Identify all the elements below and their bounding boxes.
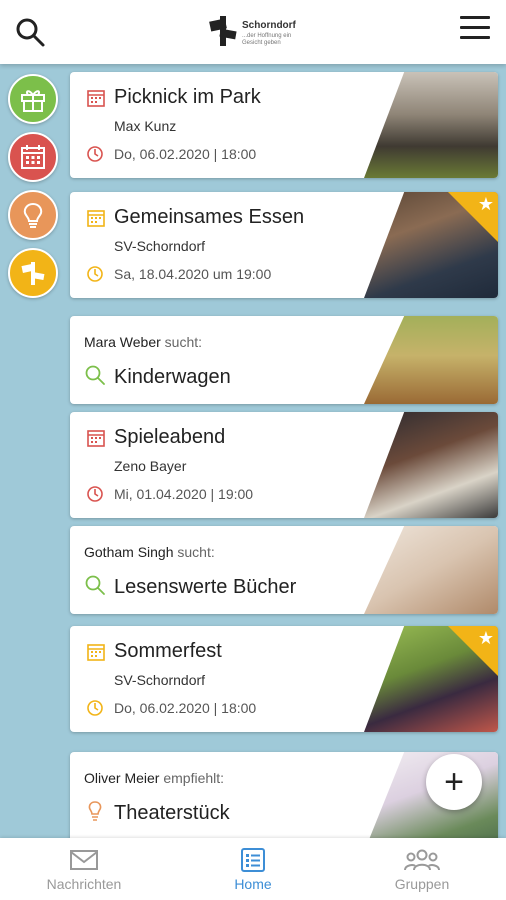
search-author: Mara Weber sucht: [84, 334, 202, 350]
app-header: Schorndorf ...der Hoffnung ein Gesicht g… [0, 0, 506, 64]
event-title: Gemeinsames Essen [114, 206, 305, 228]
recommend-item: Theaterstück [114, 802, 230, 824]
category-calendar-button[interactable] [8, 132, 58, 182]
search-item: Lesenswerte Bücher [114, 576, 297, 598]
search-image [364, 526, 498, 614]
event-card[interactable]: Sommerfest SV-Schorndorf Do, 06.02.2020 … [70, 626, 498, 732]
lightbulb-icon [88, 801, 102, 821]
recommend-author: Oliver Meier empfiehlt: [84, 770, 224, 786]
nav-groups-label: Gruppen [394, 876, 450, 892]
event-image [364, 72, 498, 178]
nav-home-label: Home [234, 876, 272, 892]
clock-icon [87, 700, 103, 716]
gift-icon [21, 90, 45, 112]
search-icon [85, 365, 105, 385]
hamburger-menu-icon[interactable] [460, 16, 490, 42]
event-date: Mi, 01.04.2020 | 19:00 [114, 486, 254, 502]
envelope-icon [70, 850, 98, 870]
search-card[interactable]: Gotham Singh sucht: Lesenswerte Bücher [70, 526, 498, 614]
event-organizer: Max Kunz [114, 118, 177, 134]
calendar-icon [87, 90, 105, 107]
event-title: Sommerfest [114, 640, 222, 662]
group-icon [404, 849, 440, 871]
event-card[interactable]: Gemeinsames Essen SV-Schorndorf Sa, 18.0… [70, 192, 498, 298]
event-title: Spieleabend [114, 426, 226, 448]
event-date: Do, 06.02.2020 | 18:00 [114, 146, 257, 162]
event-organizer: SV-Schorndorf [114, 672, 206, 688]
search-item: Kinderwagen [114, 366, 231, 388]
logo-subtitle: ...der Hoffnung ein Gesicht geben [242, 33, 292, 46]
category-flag-button[interactable] [8, 248, 58, 298]
event-image [364, 412, 498, 518]
nav-home[interactable]: Home [183, 848, 323, 892]
event-date: Sa, 18.04.2020 um 19:00 [114, 266, 272, 282]
event-date: Do, 06.02.2020 | 18:00 [114, 700, 257, 716]
event-card[interactable]: Picknick im Park Max Kunz Do, 06.02.2020… [70, 72, 498, 178]
star-icon: ★ [477, 194, 494, 214]
clock-icon [87, 146, 103, 162]
nav-messages-label: Nachrichten [46, 876, 122, 892]
app-logo: Schorndorf ...der Hoffnung ein Gesicht g… [208, 14, 304, 54]
author-name: Mara Weber [84, 334, 161, 350]
author-verb: empfiehlt: [163, 770, 225, 786]
search-icon [85, 575, 105, 595]
author-verb: sucht: [164, 334, 203, 350]
add-button[interactable]: + [426, 754, 482, 810]
author-verb: sucht: [177, 544, 215, 560]
author-name: Oliver Meier [84, 770, 160, 786]
search-author: Gotham Singh sucht: [84, 544, 215, 560]
nav-groups[interactable]: Gruppen [352, 848, 492, 892]
calendar-icon [87, 430, 105, 447]
star-icon: ★ [477, 628, 494, 648]
calendar-icon [87, 210, 105, 227]
clock-icon [87, 266, 103, 282]
category-lightbulb-button[interactable] [8, 190, 58, 240]
event-organizer: Zeno Bayer [114, 458, 187, 474]
logo-mark-icon [209, 16, 237, 46]
lightbulb-icon [23, 202, 43, 228]
calendar-icon [87, 644, 105, 661]
logo-title: Schorndorf [242, 20, 296, 31]
calendar-icon [21, 145, 45, 169]
search-image [364, 316, 498, 404]
event-organizer: SV-Schorndorf [114, 238, 206, 254]
author-name: Gotham Singh [84, 544, 174, 560]
bottom-navigation: Nachrichten Home Gruppen [0, 838, 506, 900]
event-card[interactable]: Spieleabend Zeno Bayer Mi, 01.04.2020 | … [70, 412, 498, 518]
clock-icon [87, 486, 103, 502]
search-icon[interactable] [14, 16, 48, 50]
list-icon [241, 848, 265, 872]
search-card[interactable]: Mara Weber sucht: Kinderwagen [70, 316, 498, 404]
event-title: Picknick im Park [114, 86, 261, 108]
category-gift-button[interactable] [8, 74, 58, 124]
flag-icon [21, 262, 45, 285]
nav-messages[interactable]: Nachrichten [14, 848, 154, 892]
